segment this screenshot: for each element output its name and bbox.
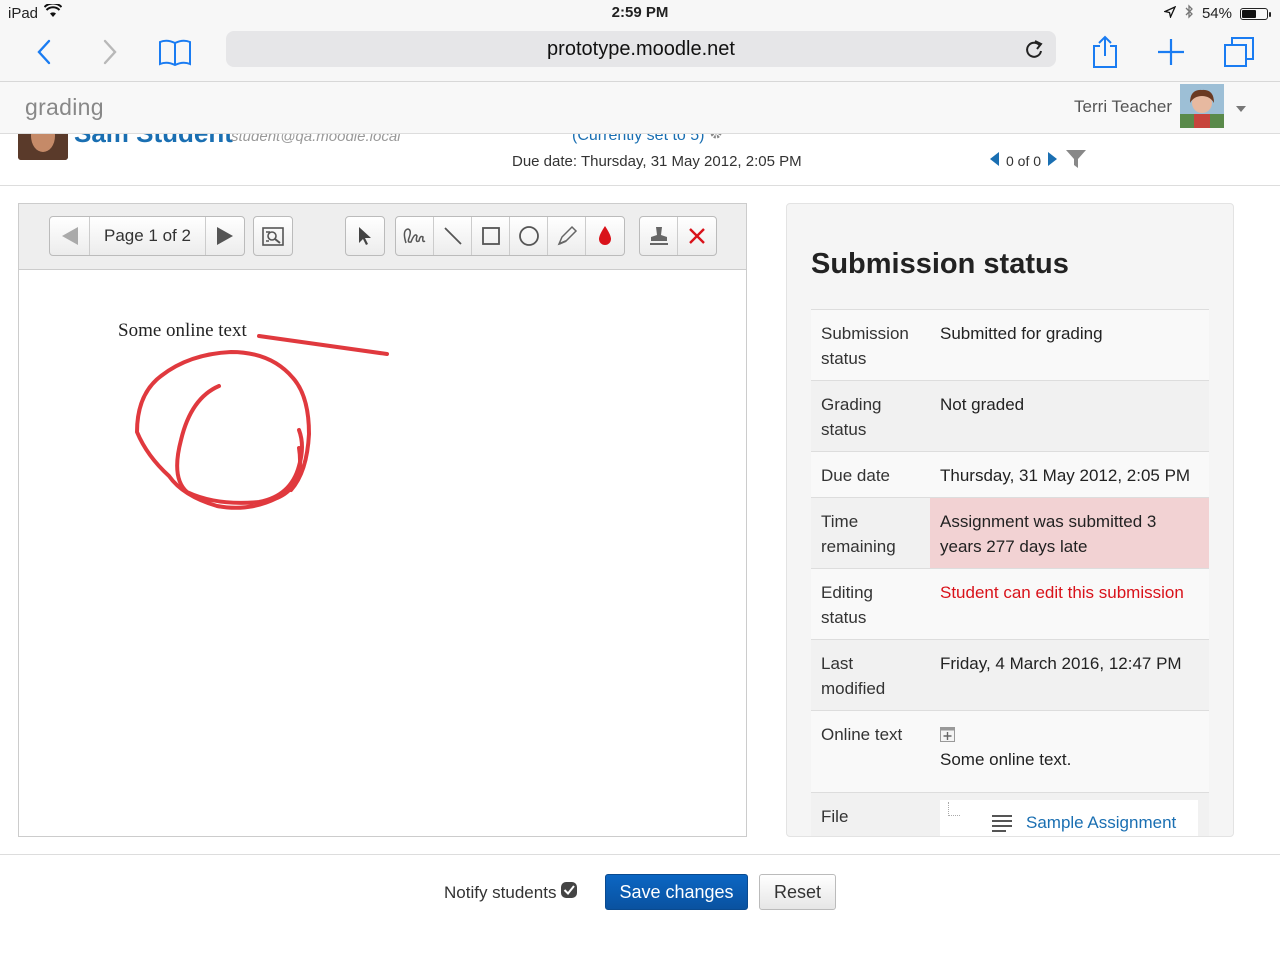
page-select[interactable]: Page 1 of 2 (90, 217, 206, 255)
row-value: Thursday, 31 May 2012, 2:05 PM (940, 466, 1191, 485)
previous-user-icon[interactable] (988, 151, 1000, 170)
site-brand[interactable]: grading (25, 94, 104, 121)
grade-setting-link[interactable]: (Currently set to 5) (572, 134, 723, 145)
tree-connector (948, 802, 960, 816)
user-menu-name[interactable]: Terri Teacher (1074, 97, 1172, 117)
select-tool-button[interactable] (346, 217, 384, 255)
url-text: prototype.moodle.net (547, 38, 735, 60)
row-value: Assignment was submitted 3 years 277 day… (930, 498, 1209, 568)
document-icon (992, 814, 1012, 836)
row-value: Not graded (940, 395, 1025, 414)
row-label: Grading status (821, 395, 882, 439)
location-arrow-icon (1162, 5, 1177, 22)
row-label: Submission status (821, 324, 909, 368)
annotation-circle (135, 350, 311, 510)
reload-icon[interactable] (1024, 38, 1044, 65)
student-avatar (18, 134, 68, 160)
bookmarks-icon[interactable] (155, 32, 195, 72)
file-link[interactable]: Sample Assignment (940, 800, 1198, 836)
address-bar[interactable]: prototype.moodle.net (226, 31, 1056, 67)
table-row: Editing status Student can edit this sub… (811, 569, 1209, 640)
due-date-line: Due date: Thursday, 31 May 2012, 2:05 PM (512, 153, 802, 170)
student-name[interactable]: Sam Student (74, 134, 233, 149)
next-page-button[interactable] (206, 217, 244, 255)
row-label: Online text (821, 725, 903, 744)
gear-icon[interactable] (709, 134, 723, 144)
table-row: Online text Some online text. (811, 711, 1209, 793)
color-picker-button[interactable] (586, 217, 624, 255)
table-row: Due date Thursday, 31 May 2012, 2:05 PM (811, 452, 1209, 498)
save-changes-button[interactable]: Save changes (605, 874, 748, 910)
row-label: File (821, 807, 849, 826)
forward-icon[interactable] (90, 32, 130, 72)
file-name[interactable]: Sample Assignment (1026, 813, 1176, 832)
pen-tool-button[interactable] (548, 217, 586, 255)
delete-annotation-button[interactable] (678, 217, 716, 255)
back-icon[interactable] (24, 32, 64, 72)
line-tool-button[interactable] (434, 217, 472, 255)
share-icon[interactable] (1085, 32, 1125, 72)
chevron-down-icon[interactable] (1235, 100, 1247, 118)
submission-status-title: Submission status (811, 248, 1069, 280)
browser-toolbar: prototype.moodle.net (0, 26, 1280, 82)
select-tool-group (345, 216, 385, 256)
row-label: Due date (821, 466, 890, 485)
comment-tool-button[interactable] (396, 217, 434, 255)
row-value: Submitted for grading (940, 324, 1103, 343)
annotation-canvas[interactable]: Some online text (19, 270, 746, 836)
pager-label: 0 of 0 (1006, 152, 1042, 169)
filter-icon[interactable] (1065, 149, 1087, 172)
tabs-icon[interactable] (1219, 32, 1259, 72)
search-comments-button[interactable] (253, 216, 293, 256)
freehand-annotations (135, 334, 389, 510)
student-email: student@qa.moodle.local (231, 134, 401, 145)
editor-toolbar: Page 1 of 2 (19, 204, 746, 270)
table-row: Submission status Submitted for grading (811, 310, 1209, 381)
annotation-line (257, 334, 389, 356)
drawing-tools-group (395, 216, 625, 256)
rectangle-tool-button[interactable] (472, 217, 510, 255)
row-label: Editing status (821, 583, 873, 627)
submission-status-table: Submission status Submitted for grading … (811, 309, 1209, 836)
bluetooth-icon (1184, 4, 1194, 23)
stamp-delete-group (639, 216, 717, 256)
moodle-header: grading Terri Teacher (0, 82, 1280, 134)
next-user-icon[interactable] (1047, 151, 1059, 170)
ios-status-bar: iPad 2:59 PM 54% (0, 0, 1280, 26)
table-row: Grading status Not graded (811, 381, 1209, 452)
stamp-tool-button[interactable] (640, 217, 678, 255)
table-row: File Sample Assignment (811, 793, 1209, 836)
table-row: Last modified Friday, 4 March 2016, 12:4… (811, 640, 1209, 711)
row-label: Time remaining (821, 512, 896, 556)
clock: 2:59 PM (611, 4, 669, 21)
user-pager: 0 of 0 (988, 149, 1087, 172)
table-row: Time remaining Assignment was submitted … (811, 498, 1209, 569)
pdf-annotation-editor: Page 1 of 2 Some online text (18, 203, 747, 837)
row-value: Friday, 4 March 2016, 12:47 PM (940, 654, 1182, 673)
notify-students-label: Notify students (444, 882, 557, 902)
submission-status-panel: Submission status Submission status Subm… (786, 203, 1234, 837)
oval-tool-button[interactable] (510, 217, 548, 255)
student-info-strip: Sam Student student@qa.moodle.local (Cur… (0, 134, 1280, 186)
search-comments-icon (254, 217, 292, 255)
notify-students-checkbox[interactable] (560, 881, 578, 904)
reset-button[interactable]: Reset (759, 874, 836, 910)
new-tab-icon[interactable] (1151, 32, 1191, 72)
row-value-cell: Some online text. (930, 711, 1209, 792)
teacher-avatar[interactable] (1180, 84, 1224, 128)
online-text-value: Some online text. (940, 750, 1072, 769)
battery-percent: 54% (1201, 5, 1232, 22)
page-navigation: Page 1 of 2 (49, 216, 245, 256)
grading-actions-bar: Notify students Save changes Reset (0, 854, 1280, 960)
row-value-cell: Sample Assignment (930, 793, 1209, 836)
grade-setting-text: (Currently set to 5) (572, 134, 705, 144)
previous-page-button[interactable] (50, 217, 90, 255)
row-label: Last modified (821, 654, 886, 698)
notify-students-control[interactable]: Notify students (444, 881, 578, 904)
row-value: Student can edit this submission (940, 583, 1184, 602)
expand-icon[interactable] (940, 722, 1199, 747)
battery-icon (1240, 7, 1271, 20)
